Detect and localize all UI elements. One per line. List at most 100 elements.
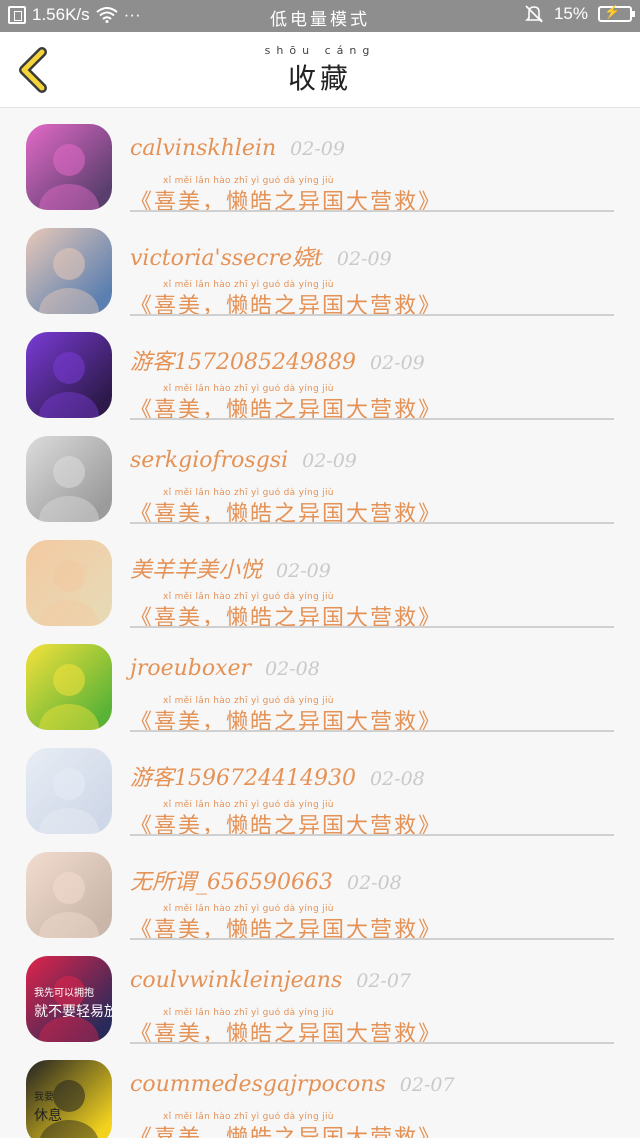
page-title: 收藏 <box>287 62 352 95</box>
avatar[interactable] <box>26 748 112 834</box>
avatar[interactable]: 我先可以拥抱就不要轻易放掉 <box>26 956 112 1042</box>
avatar-head-shape <box>53 560 85 592</box>
user-name: serkgiofrosgsi <box>130 448 289 473</box>
avatar-head-shape <box>53 248 85 280</box>
user-name: 无所谓_656590663 <box>130 870 333 895</box>
avatar-image <box>39 352 99 418</box>
user-name: 游客15720852​49889 <box>130 350 356 375</box>
list-item[interactable]: 我先可以拥抱就不要轻易放掉 coulvwinkleinjeans02-07 xǐ… <box>0 950 640 1054</box>
avatar-body-shape <box>39 912 99 938</box>
avatar[interactable] <box>26 852 112 938</box>
avatar-image <box>39 456 99 522</box>
item-date: 02-08 <box>369 768 425 790</box>
list-item[interactable]: 游客1596724414930 02-08 xǐ měi lǎn hào zhī … <box>0 742 640 846</box>
avatar-image: 我先可以拥抱就不要轻易放掉 <box>34 976 112 1042</box>
item-name-line: 无所谓_656590663 02-08 <box>130 864 402 896</box>
avatar[interactable] <box>26 436 112 522</box>
header: shōu cáng 收藏 <box>0 32 640 108</box>
divider <box>130 314 614 316</box>
avatar[interactable] <box>26 228 112 314</box>
item-date: 02-09 <box>302 450 357 472</box>
message-text: 《喜美，懒皓之异国大营救》 <box>130 1120 442 1138</box>
item-name-line: calvinskhlein 02-09 <box>130 136 345 161</box>
avatar-body-shape <box>39 808 99 834</box>
item-name-line: coulvwinkleinjeans 02-07 <box>130 968 411 993</box>
avatar-caption-2: 就不要轻易放掉 <box>34 1004 112 1020</box>
user-name: jroeuboxer <box>130 656 252 681</box>
item-date: 02-09 <box>276 560 331 582</box>
page-title-pinyin: shōu cáng <box>264 44 376 57</box>
avatar[interactable] <box>26 644 112 730</box>
user-name: coulvwinkleinjeans <box>130 968 343 993</box>
avatar[interactable] <box>26 332 112 418</box>
item-name-line: 游客1596724414930 02-08 <box>130 760 425 792</box>
avatar-body-shape <box>39 600 99 626</box>
divider <box>130 730 614 732</box>
item-name-line: serkgiofrosgsi 02-09 <box>130 448 357 473</box>
avatar-head-shape <box>53 456 85 488</box>
divider <box>130 834 614 836</box>
battery-percent: 15% <box>553 4 588 23</box>
user-name: victoria'ssecre娆t <box>130 246 323 271</box>
divider <box>130 626 614 628</box>
status-bar: 1.56K/s ··· 低电量模式 15% ⚡ <box>0 0 640 32</box>
avatar-head-shape <box>53 144 85 176</box>
avatar[interactable]: 我要 休息 <box>26 1060 112 1138</box>
avatar-body-shape <box>39 184 99 210</box>
item-date: 02-07 <box>399 1074 455 1096</box>
avatar[interactable] <box>26 124 112 210</box>
mute-bell-icon <box>525 5 543 23</box>
favorites-list: calvinskhlein 02-09 xǐ měi lǎn hào zhī yì… <box>0 118 640 1138</box>
avatar-body-shape <box>39 496 99 522</box>
avatar-image <box>39 768 99 834</box>
avatar-image: 我要休息 <box>34 1080 99 1138</box>
page-title-wrap: shōu cáng 收藏 <box>0 44 640 97</box>
list-item[interactable]: 游客15720852​49889 02-09 xǐ měi lǎn hào zhī… <box>0 326 640 430</box>
avatar-image <box>39 664 99 730</box>
item-date: 02-09 <box>336 248 392 270</box>
item-date: 02-09 <box>290 138 345 160</box>
item-date: 02-08 <box>346 872 402 894</box>
item-name-line: victoria'ssecre娆t 02-09 <box>130 240 392 272</box>
list-item[interactable]: 美羊羊美小悦 02-09 xǐ měi lǎn hào zhī yì guó dà… <box>0 534 640 638</box>
item-date: 02-08 <box>265 658 320 680</box>
item-date: 02-07 <box>356 970 412 992</box>
avatar-head-shape <box>53 352 85 384</box>
avatar-body-shape <box>39 704 99 730</box>
item-date: 02-09 <box>369 352 425 374</box>
avatar-image <box>39 872 99 938</box>
divider <box>130 418 614 420</box>
divider <box>130 938 614 940</box>
item-name-line: jroeuboxer 02-08 <box>130 656 320 681</box>
list-item[interactable]: jroeuboxer 02-08 xǐ měi lǎn hào zhī yì gu… <box>0 638 640 742</box>
avatar-body-shape <box>39 288 99 314</box>
battery-icon: ⚡ <box>598 4 635 22</box>
avatar-caption-2: 休息 <box>34 1107 62 1124</box>
list-item[interactable]: calvinskhlein 02-09 xǐ měi lǎn hào zhī yì… <box>0 118 640 222</box>
user-name: coummedesgajrpocons <box>130 1072 386 1097</box>
list-item[interactable]: 无所谓_656590663 02-08 xǐ měi lǎn hào zhī yì… <box>0 846 640 950</box>
user-name: 美羊羊美小悦 <box>130 558 263 583</box>
user-name: calvinskhlein <box>130 136 277 161</box>
avatar-head-shape <box>53 768 85 800</box>
item-name-line: coummedesgajrpocons 02-07 <box>130 1072 455 1097</box>
list-item[interactable]: victoria'ssecre娆t 02-09 xǐ měi lǎn hào zh… <box>0 222 640 326</box>
list-item[interactable]: serkgiofrosgsi 02-09 xǐ měi lǎn hào zhī y… <box>0 430 640 534</box>
item-name-line: 美羊羊美小悦 02-09 <box>130 552 331 584</box>
divider <box>130 522 614 524</box>
avatar-image <box>39 560 99 626</box>
avatar-body-shape <box>39 392 99 418</box>
divider <box>130 210 614 212</box>
avatar-caption-1: 我要 <box>34 1091 54 1103</box>
list-item[interactable]: 我要 休息 coummedesgajrpocons 02-07 xǐ měi lǎn… <box>0 1054 640 1138</box>
avatar-head-shape <box>53 872 85 904</box>
avatar-head-shape <box>53 664 85 696</box>
user-name: 游客1596724414930 <box>130 766 356 791</box>
divider <box>130 1042 614 1044</box>
item-name-line: 游客15720852​49889 02-09 <box>130 344 425 376</box>
avatar[interactable] <box>26 540 112 626</box>
avatar-caption-1: 我先可以拥抱 <box>34 986 94 999</box>
status-right: 15% ⚡ <box>524 4 635 24</box>
avatar-image <box>39 144 99 210</box>
avatar-image <box>39 248 99 314</box>
